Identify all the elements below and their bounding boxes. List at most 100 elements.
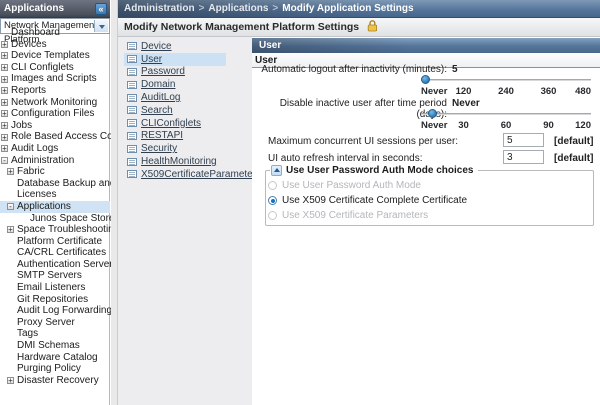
category-link[interactable]: CLIConfiglets: [141, 118, 201, 129]
max-sessions-input[interactable]: [503, 133, 544, 147]
max-sessions-label: Maximum concurrent UI sessions per user:: [268, 136, 458, 147]
tick-label: 60: [501, 120, 512, 131]
sidebar-item-authentication-servers[interactable]: Authentication Servers: [0, 259, 110, 271]
sidebar-item-jobs[interactable]: +Jobs: [0, 120, 110, 132]
page-title: Modify Network Management Platform Setti…: [124, 21, 359, 33]
sidebar-item-ca-crl-certificates[interactable]: CA/CRL Certificates: [0, 247, 110, 259]
radio-icon[interactable]: [268, 211, 277, 220]
category-link[interactable]: X509CertificateParameters: [141, 169, 261, 180]
collapse-minus-icon[interactable]: -: [1, 157, 8, 164]
sidebar-collapse-icon[interactable]: «: [95, 3, 107, 15]
sidebar-item-devices[interactable]: +Devices: [0, 39, 110, 51]
expand-plus-icon[interactable]: +: [1, 52, 8, 59]
sidebar-item-role-based-access-control[interactable]: +Role Based Access Control: [0, 131, 110, 143]
category-item-restapi[interactable]: RESTAPI: [124, 130, 226, 143]
radio-x509-complete-certificate[interactable]: Use X509 Certificate Complete Certificat…: [268, 195, 467, 206]
category-item-domain[interactable]: Domain: [124, 78, 226, 91]
sidebar-item-images-and-scripts[interactable]: +Images and Scripts: [0, 73, 110, 85]
expand-plus-icon[interactable]: +: [7, 168, 14, 175]
collapse-minus-icon[interactable]: -: [7, 203, 14, 210]
sidebar-item-proxy-server[interactable]: Proxy Server: [0, 317, 110, 329]
category-link[interactable]: RESTAPI: [141, 130, 183, 141]
sidebar-item-reports[interactable]: +Reports: [0, 85, 110, 97]
category-link[interactable]: Security: [141, 143, 177, 154]
radio-selected-icon[interactable]: [268, 196, 277, 205]
sidebar-item-disaster-recovery[interactable]: +Disaster Recovery: [0, 375, 110, 387]
sidebar-item-audit-log-forwarding[interactable]: Audit Log Forwarding: [0, 305, 110, 317]
slider-track[interactable]: [421, 113, 591, 115]
sidebar-item-cli-configlets[interactable]: +CLI Configlets: [0, 62, 110, 74]
tick-label: 30: [458, 120, 469, 131]
sidebar-item-junos-space-store[interactable]: Junos Space Store: [0, 213, 110, 225]
sidebar-item-label: Proxy Server: [17, 317, 75, 329]
category-link[interactable]: Device: [141, 41, 172, 52]
auto-logout-slider[interactable]: [421, 75, 591, 85]
radio-icon[interactable]: [268, 181, 277, 190]
sidebar-item-administration[interactable]: -Administration: [0, 155, 110, 167]
sidebar-item-space-troubleshooting[interactable]: +Space Troubleshooting: [0, 224, 110, 236]
expand-plus-icon[interactable]: +: [1, 134, 8, 141]
sidebar-item-email-listeners[interactable]: Email Listeners: [0, 282, 110, 294]
expand-plus-icon[interactable]: +: [1, 145, 8, 152]
expand-plus-icon[interactable]: +: [1, 64, 8, 71]
tree-indent-spacer: [20, 215, 27, 222]
sidebar-item-database-backup-and-restore[interactable]: Database Backup and Restore: [0, 178, 110, 190]
expand-plus-icon[interactable]: +: [7, 377, 14, 384]
slider-track[interactable]: [421, 79, 591, 81]
expand-plus-icon[interactable]: +: [7, 226, 14, 233]
radio-x509-certificate-parameters[interactable]: Use X509 Certificate Parameters: [268, 210, 428, 221]
sidebar-item-network-monitoring[interactable]: +Network Monitoring: [0, 97, 110, 109]
tree-indent-spacer: [7, 366, 14, 373]
expand-plus-icon[interactable]: +: [1, 41, 8, 48]
sidebar-item-git-repositories[interactable]: Git Repositories: [0, 294, 110, 306]
disable-inactive-slider[interactable]: [421, 109, 591, 119]
category-link[interactable]: Domain: [141, 79, 175, 90]
expand-plus-icon[interactable]: +: [1, 122, 8, 129]
sidebar-item-hardware-catalog[interactable]: Hardware Catalog: [0, 352, 110, 364]
radio-user-password-auth[interactable]: Use User Password Auth Mode: [268, 180, 421, 191]
category-item-auditlog[interactable]: AuditLog: [124, 91, 226, 104]
category-item-password[interactable]: Password: [124, 66, 226, 79]
settings-form-icon: [127, 145, 137, 153]
sidebar-item-dashboard[interactable]: Dashboard: [0, 27, 110, 39]
sidebar-item-licenses[interactable]: Licenses: [0, 189, 110, 201]
app-tree: Dashboard+Devices+Device Templates+CLI C…: [0, 27, 110, 386]
expand-plus-icon[interactable]: +: [1, 99, 8, 106]
sidebar-item-configuration-files[interactable]: +Configuration Files: [0, 108, 110, 120]
sidebar-item-fabric[interactable]: +Fabric: [0, 166, 110, 178]
collapse-arrow-icon[interactable]: [271, 165, 282, 176]
sidebar-item-dmi-schemas[interactable]: DMI Schemas: [0, 340, 110, 352]
sidebar-item-platform-certificate[interactable]: Platform Certificate: [0, 236, 110, 248]
category-item-healthmonitoring[interactable]: HealthMonitoring: [124, 155, 226, 168]
category-item-user[interactable]: User: [124, 53, 226, 66]
category-link[interactable]: Password: [141, 66, 185, 77]
breadcrumb-applications[interactable]: Applications: [208, 3, 268, 14]
sidebar-item-applications[interactable]: -Applications: [0, 201, 110, 213]
sidebar-item-tags[interactable]: Tags: [0, 328, 110, 340]
category-item-cliconfiglets[interactable]: CLIConfiglets: [124, 117, 226, 130]
tick-label: 240: [498, 86, 514, 97]
sidebar-splitter[interactable]: [111, 0, 118, 405]
category-item-search[interactable]: Search: [124, 104, 226, 117]
category-item-device[interactable]: Device: [124, 40, 226, 53]
category-link[interactable]: HealthMonitoring: [141, 156, 217, 167]
breadcrumb-administration[interactable]: Administration: [124, 3, 195, 14]
category-link[interactable]: AuditLog: [141, 92, 180, 103]
expand-plus-icon[interactable]: +: [1, 110, 8, 117]
sidebar-item-audit-logs[interactable]: +Audit Logs: [0, 143, 110, 155]
auth-mode-legend-text: Use User Password Auth Mode choices: [286, 165, 473, 176]
sidebar-item-label: Administration: [11, 155, 74, 167]
category-item-x509certificateparameters[interactable]: X509CertificateParameters: [124, 168, 226, 181]
slider-thumb[interactable]: [428, 109, 437, 118]
category-link[interactable]: Search: [141, 105, 173, 116]
sidebar-item-purging-policy[interactable]: Purging Policy: [0, 363, 110, 375]
category-item-security[interactable]: Security: [124, 142, 226, 155]
slider-thumb[interactable]: [421, 75, 430, 84]
expand-plus-icon[interactable]: +: [1, 76, 8, 83]
category-link[interactable]: User: [141, 54, 162, 65]
refresh-interval-input[interactable]: [503, 150, 544, 164]
sidebar-item-device-templates[interactable]: +Device Templates: [0, 50, 110, 62]
sidebar-item-label: Devices: [11, 39, 47, 51]
expand-plus-icon[interactable]: +: [1, 87, 8, 94]
sidebar-item-smtp-servers[interactable]: SMTP Servers: [0, 270, 110, 282]
